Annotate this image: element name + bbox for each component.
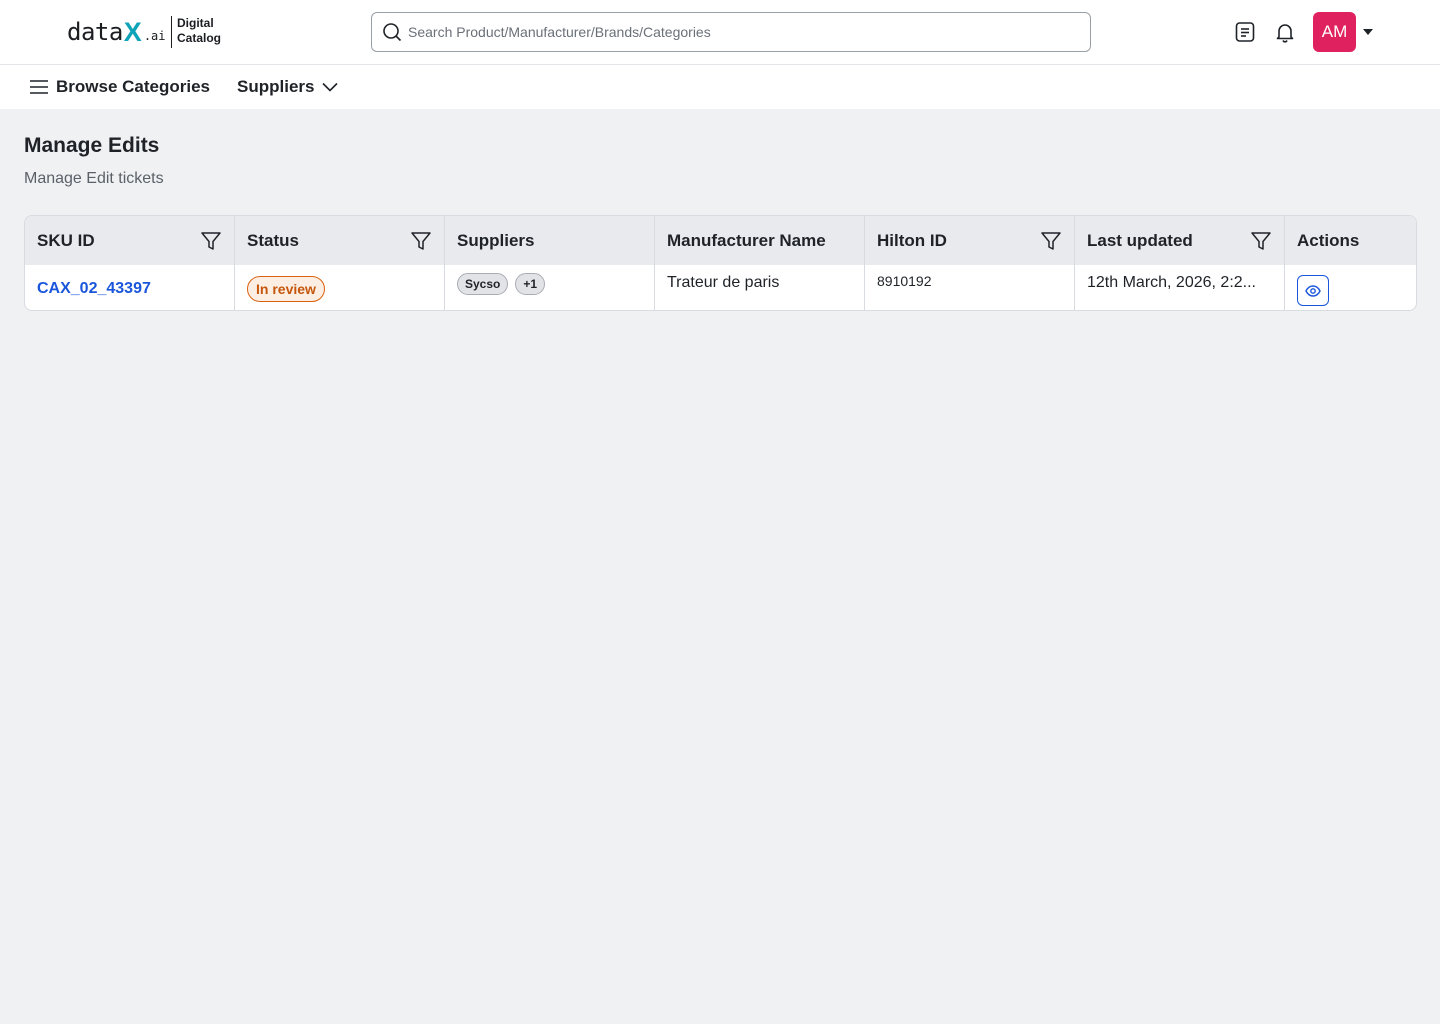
column-header-suppliers: Suppliers bbox=[457, 230, 535, 250]
logo-x-mark: X bbox=[123, 17, 142, 47]
logo-subtitle: Digital Catalog bbox=[177, 16, 237, 46]
status-badge: In review bbox=[247, 275, 325, 302]
column-actions: Actions bbox=[1285, 216, 1416, 310]
hilton-id-value: 8910192 bbox=[877, 273, 932, 289]
last-updated-value: 12th March, 2026, 2:2... bbox=[1087, 274, 1256, 291]
category-nav: Browse Categories Suppliers bbox=[0, 65, 1440, 109]
column-header-actions: Actions bbox=[1297, 230, 1360, 250]
table-cell-suppliers: Sycso +1 bbox=[445, 265, 654, 310]
sku-id-link[interactable]: CAX_02_43397 bbox=[37, 280, 151, 298]
view-button[interactable] bbox=[1297, 275, 1329, 306]
filter-icon[interactable] bbox=[200, 230, 222, 252]
manufacturer-name: Trateur de paris bbox=[667, 274, 780, 291]
table-cell-actions bbox=[1285, 265, 1416, 310]
more-suppliers-chip[interactable]: +1 bbox=[515, 273, 546, 295]
edits-table: SKU ID CAX_02_43397 Status In review Sup… bbox=[24, 215, 1417, 311]
browse-categories-button[interactable]: Browse Categories bbox=[30, 75, 210, 99]
column-suppliers: Suppliers Sycso +1 bbox=[445, 216, 655, 310]
table-cell-sku-id: CAX_02_43397 bbox=[25, 265, 234, 310]
search-icon bbox=[383, 23, 402, 42]
logo-wordmark: data bbox=[67, 18, 123, 46]
column-manufacturer: Manufacturer Name Trateur de paris bbox=[655, 216, 865, 310]
suppliers-label: Suppliers bbox=[237, 77, 315, 96]
table-cell-status: In review bbox=[235, 265, 444, 310]
table-cell-last-updated: 12th March, 2026, 2:2... bbox=[1075, 265, 1284, 310]
document-icon[interactable] bbox=[1232, 19, 1258, 45]
filter-icon[interactable] bbox=[1040, 230, 1062, 252]
filter-icon[interactable] bbox=[1250, 230, 1272, 252]
chevron-down-icon bbox=[322, 82, 339, 92]
user-initials: AM bbox=[1321, 22, 1348, 41]
bell-icon[interactable] bbox=[1272, 19, 1298, 45]
page-subtitle: Manage Edit tickets bbox=[24, 170, 164, 187]
column-last-updated: Last updated 12th March, 2026, 2:2... bbox=[1075, 216, 1285, 310]
browse-categories-label: Browse Categories bbox=[56, 77, 210, 96]
column-hilton-id: Hilton ID 8910192 bbox=[865, 216, 1075, 310]
logo-subtitle-line2: Catalog bbox=[177, 31, 222, 45]
filter-icon[interactable] bbox=[410, 230, 432, 252]
search-input[interactable] bbox=[408, 24, 1068, 40]
suppliers-dropdown[interactable]: Suppliers bbox=[237, 75, 339, 99]
logo-subtitle-line1: Digital bbox=[177, 16, 214, 30]
table-cell-manufacturer: Trateur de paris bbox=[655, 265, 864, 310]
user-menu-caret-icon[interactable] bbox=[1361, 26, 1375, 38]
eye-icon bbox=[1305, 284, 1321, 297]
table-cell-hilton-id: 8910192 bbox=[865, 265, 1074, 310]
logo-suffix: .ai bbox=[143, 29, 166, 43]
supplier-chip: Sycso bbox=[457, 273, 509, 295]
column-header-manufacturer: Manufacturer Name bbox=[667, 230, 826, 250]
column-sku-id: SKU ID CAX_02_43397 bbox=[25, 216, 235, 310]
user-avatar[interactable]: AM bbox=[1313, 12, 1356, 52]
top-header: dataX.ai Digital Catalog AM bbox=[0, 0, 1440, 65]
search-bar[interactable] bbox=[371, 12, 1091, 52]
column-status: Status In review bbox=[235, 216, 445, 310]
datax-logo[interactable]: data X .ai bbox=[67, 18, 166, 46]
page-title: Manage Edits bbox=[24, 134, 160, 157]
logo-divider bbox=[171, 16, 172, 48]
hamburger-menu-icon bbox=[30, 80, 48, 94]
